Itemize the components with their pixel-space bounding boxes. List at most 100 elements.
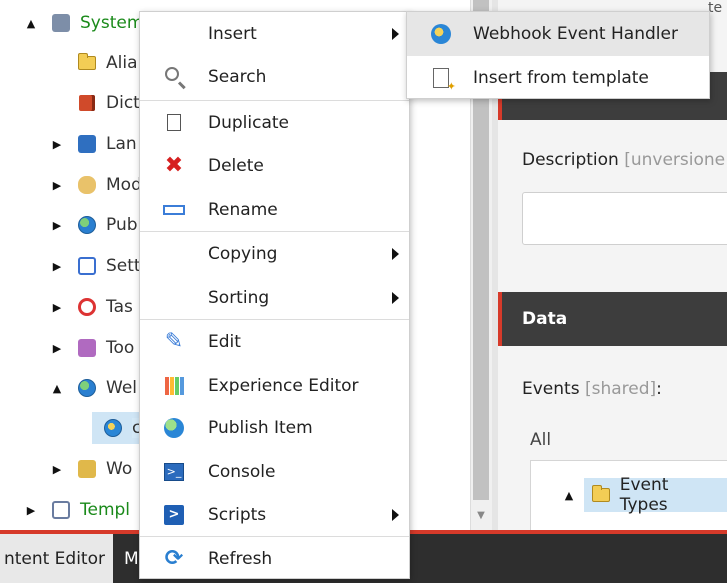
expand-arrow-icon[interactable]: ▶ — [50, 341, 64, 355]
modules-icon — [76, 174, 98, 196]
submenu-arrow-icon — [392, 292, 399, 304]
menu-item-label: Experience Editor — [208, 376, 359, 396]
menu-item-search[interactable]: Search — [140, 55, 409, 99]
menu-item-delete[interactable]: ✖ Delete — [140, 144, 409, 188]
menu-item-refresh[interactable]: ⟳ Refresh — [140, 537, 409, 581]
tree-item-system[interactable]: ▲ System — [24, 8, 144, 38]
toolbox-icon — [76, 337, 98, 359]
menu-item-label: Search — [208, 67, 267, 87]
experience-editor-icon — [162, 374, 186, 398]
submenu-item-insert-from-template[interactable]: Insert from template — [407, 56, 709, 100]
tree-item-templates[interactable]: ▶ Templ — [24, 495, 130, 525]
menu-item-label: Delete — [208, 156, 264, 176]
tree-item-aliases[interactable]: Alia — [50, 48, 138, 78]
globe-icon — [76, 377, 98, 399]
blank-icon — [162, 242, 186, 266]
context-menu: Insert Search Duplicate ✖ Delete Rename … — [139, 11, 410, 579]
duplicate-icon — [162, 111, 186, 135]
menu-item-experience-editor[interactable]: Experience Editor — [140, 364, 409, 408]
tree-item-label: Wo — [106, 459, 133, 479]
submenu-item-webhook-event-handler[interactable]: Webhook Event Handler — [407, 12, 709, 56]
delete-icon: ✖ — [164, 153, 184, 178]
tree-item-label: Lan — [106, 134, 137, 154]
menu-item-label: Duplicate — [208, 113, 289, 133]
refresh-icon: ⟳ — [164, 546, 184, 571]
languages-icon — [76, 133, 98, 155]
webhook-icon — [429, 22, 453, 46]
submenu-arrow-icon — [392, 248, 399, 260]
template-icon — [429, 66, 456, 93]
menu-item-insert[interactable]: Insert — [140, 12, 409, 56]
settings-icon — [76, 255, 98, 277]
tree-item-dictionary[interactable]: Dict — [50, 88, 140, 118]
tree-item-publishing[interactable]: ▶ Pub — [50, 210, 138, 240]
tab-second[interactable]: M — [124, 534, 139, 583]
submenu-arrow-icon — [392, 509, 399, 521]
expand-arrow-icon[interactable]: ▶ — [50, 218, 64, 232]
tree-item-label: Sett — [106, 256, 141, 276]
scripts-icon: > — [162, 503, 186, 527]
menu-item-sorting[interactable]: Sorting — [140, 276, 409, 320]
tree-item-workflows[interactable]: ▶ Wo — [50, 454, 132, 484]
menu-item-scripts[interactable]: > Scripts — [140, 493, 409, 537]
menu-item-label: Sorting — [208, 288, 270, 308]
expand-arrow-icon[interactable]: ▶ — [50, 259, 64, 273]
tree-item-label: Too — [106, 338, 135, 358]
expand-arrow-icon[interactable]: ▶ — [24, 503, 38, 517]
collapse-arrow-icon[interactable]: ▲ — [24, 16, 38, 30]
search-icon — [162, 65, 186, 89]
expand-arrow-icon[interactable]: ▶ — [50, 178, 64, 192]
tree-item-webhooks[interactable]: ▲ Wel — [50, 373, 137, 403]
tree-item-modules[interactable]: ▶ Mod — [50, 170, 142, 200]
submenu-item-label: Webhook Event Handler — [473, 24, 678, 44]
tree-item-label: Dict — [106, 93, 140, 113]
menu-item-rename[interactable]: Rename — [140, 188, 409, 232]
tree-item-languages[interactable]: ▶ Lan — [50, 129, 137, 159]
tree-item-label: Tas — [106, 297, 133, 317]
menu-item-copying[interactable]: Copying — [140, 232, 409, 276]
templates-icon — [50, 499, 72, 521]
tree-item-selected[interactable]: c — [76, 413, 142, 443]
menu-item-label: Console — [208, 462, 276, 482]
expand-arrow-icon[interactable]: ▶ — [50, 462, 64, 476]
tree-item-tasks[interactable]: ▶ Tas — [50, 292, 133, 322]
tree-item-toolbox[interactable]: ▶ Too — [50, 333, 135, 363]
blank-icon — [162, 22, 186, 46]
tree-item-label: Mod — [106, 175, 142, 195]
menu-item-label: Copying — [208, 244, 278, 264]
expand-arrow-icon[interactable]: ▶ — [50, 137, 64, 151]
menu-item-label: Publish Item — [208, 418, 313, 438]
menu-item-edit[interactable]: ✎ Edit — [140, 320, 409, 364]
data-section-header[interactable]: Data — [498, 292, 727, 346]
menu-item-publish-item[interactable]: Publish Item — [140, 406, 409, 450]
events-colon: : — [656, 379, 662, 399]
event-types-highlight: Event Types — [583, 475, 727, 515]
menu-item-duplicate[interactable]: Duplicate — [140, 101, 409, 145]
shared-tag: [shared] — [584, 379, 657, 399]
expand-arrow-icon[interactable]: ▶ — [50, 300, 64, 314]
system-icon — [50, 12, 72, 34]
menu-item-label: Edit — [208, 332, 241, 352]
tree-item-settings[interactable]: ▶ Sett — [50, 251, 141, 281]
publish-icon — [162, 416, 186, 440]
tasks-icon — [76, 296, 98, 318]
description-field-label: Description [unversione — [522, 150, 725, 170]
publishing-icon — [76, 214, 98, 236]
collapse-arrow-icon[interactable]: ▲ — [50, 381, 64, 395]
tab-content-editor[interactable]: ntent Editor — [0, 534, 113, 583]
dictionary-icon — [76, 92, 98, 114]
webhook-icon — [102, 417, 124, 439]
description-label-text: Description — [522, 150, 619, 170]
collapse-arrow-icon[interactable]: ▲ — [562, 488, 576, 502]
menu-item-label: Refresh — [208, 549, 273, 569]
events-field-label: Events [shared]: — [522, 379, 662, 399]
menu-item-label: Insert — [208, 24, 257, 44]
event-types-node[interactable]: ▲ Event Types — [562, 475, 727, 515]
description-input[interactable] — [522, 192, 727, 245]
menu-item-console[interactable]: >_ Console — [140, 450, 409, 494]
rename-icon — [162, 198, 186, 222]
scroll-down-arrow-icon[interactable]: ▼ — [472, 508, 490, 524]
